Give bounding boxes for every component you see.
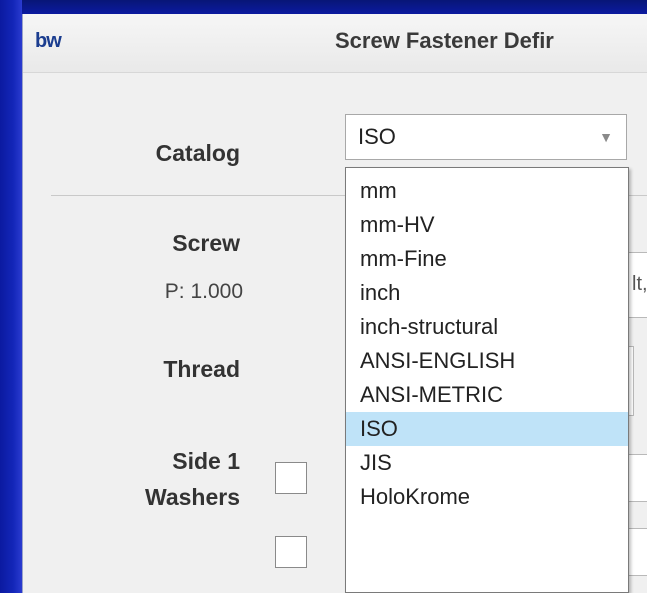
side1-washer-checkbox-1[interactable] [275, 462, 307, 494]
catalog-select-value: ISO [358, 124, 396, 149]
dialog-window: bw Screw Fastener Defir Catalog ISO ▼ Sc… [22, 14, 647, 593]
dropdown-option-mm-fine[interactable]: mm-Fine [346, 242, 628, 276]
thread-label: Thread [163, 356, 240, 382]
window-frame-left [0, 0, 22, 593]
catalog-label: Catalog [155, 140, 240, 166]
screw-label: Screw [172, 230, 240, 256]
screw-field-text: lt, [632, 273, 647, 295]
dropdown-option-mm-hv[interactable]: mm-HV [346, 208, 628, 242]
chevron-down-icon[interactable]: ▼ [586, 115, 626, 159]
pitch-text: P: 1.000 [164, 280, 243, 303]
app-logo-icon: bw [35, 30, 62, 52]
title-bar[interactable]: bw Screw Fastener Defir [23, 14, 647, 73]
dropdown-option-holokrome[interactable]: HoloKrome [346, 480, 628, 514]
catalog-select[interactable]: ISO ▼ [345, 114, 627, 160]
washers-label: Washers [144, 484, 240, 510]
side1-washer-checkbox-2[interactable] [275, 536, 307, 568]
dropdown-option-inch-structural[interactable]: inch-structural [346, 310, 628, 344]
side1-label: Side 1 [172, 448, 240, 474]
dropdown-option-inch[interactable]: inch [346, 276, 628, 310]
dropdown-option-iso[interactable]: ISO [346, 412, 628, 446]
dialog-title: Screw Fastener Defir [335, 28, 554, 53]
dropdown-option-ansi-english[interactable]: ANSI-ENGLISH [346, 344, 628, 378]
dropdown-option-ansi-metric[interactable]: ANSI-METRIC [346, 378, 628, 412]
catalog-dropdown-list[interactable]: mm mm-HV mm-Fine inch inch-structural AN… [345, 167, 629, 593]
window-frame-top [0, 0, 647, 14]
dropdown-option-jis[interactable]: JIS [346, 446, 628, 480]
dropdown-option-mm[interactable]: mm [346, 174, 628, 208]
